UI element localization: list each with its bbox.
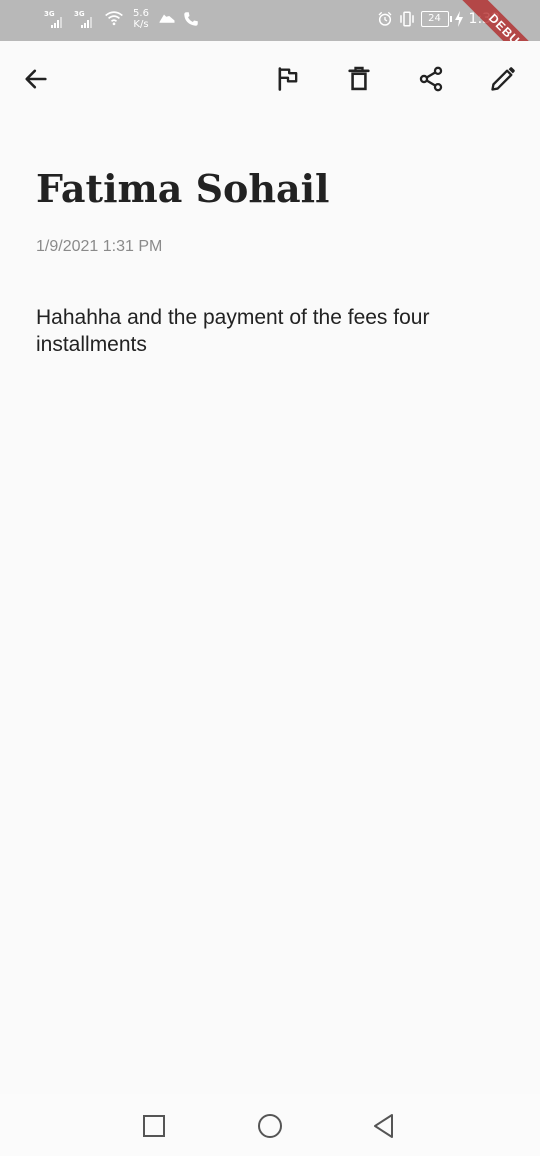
alarm-icon	[378, 11, 392, 26]
note-content: Fatima Sohail 1/9/2021 1:31 PM Hahahha a…	[36, 121, 496, 358]
app-toolbar	[0, 41, 540, 121]
battery-icon: 24	[420, 11, 452, 27]
share-button[interactable]	[411, 59, 451, 99]
signal-icon: 3G	[44, 8, 68, 30]
edit-icon	[491, 67, 515, 91]
speed-value: 5.6	[133, 8, 149, 19]
share-icon	[419, 66, 443, 92]
flag-icon	[278, 67, 298, 91]
delete-icon	[348, 66, 370, 91]
wifi-icon	[105, 11, 123, 26]
status-bar-left: 3G 3G 5.6 K/s	[44, 8, 200, 30]
home-circle-icon	[258, 1114, 282, 1138]
sneaker-icon	[159, 14, 175, 23]
arrow-left-icon	[25, 69, 47, 89]
back-triangle-icon	[374, 1114, 393, 1138]
nav-back-button[interactable]	[370, 1112, 398, 1140]
note-date: 1/9/2021 1:31 PM	[36, 238, 163, 255]
back-button[interactable]	[16, 59, 56, 99]
signal-icon: 3G	[74, 8, 98, 30]
battery-level: 24	[428, 13, 441, 24]
status-bar-right: 24 1:33	[377, 10, 500, 28]
recents-square-icon	[143, 1115, 165, 1137]
recents-button[interactable]	[140, 1112, 168, 1140]
status-time: 1:33	[468, 11, 500, 27]
note-title: Fatima Sohail	[36, 166, 330, 211]
phone-icon	[184, 12, 198, 26]
system-nav-bar	[0, 1094, 540, 1156]
delete-button[interactable]	[339, 59, 379, 99]
status-bar: 3G 3G 5.6 K/s 24 1:33	[0, 0, 540, 41]
home-button[interactable]	[256, 1112, 284, 1140]
note-body: Hahahha and the payment of the fees four…	[36, 306, 430, 356]
speed-unit: K/s	[133, 19, 149, 30]
edit-button[interactable]	[483, 59, 523, 99]
flag-button[interactable]	[268, 59, 308, 99]
vibrate-icon	[399, 11, 414, 27]
charging-icon	[454, 11, 463, 27]
network-speed: 5.6 K/s	[130, 8, 152, 30]
